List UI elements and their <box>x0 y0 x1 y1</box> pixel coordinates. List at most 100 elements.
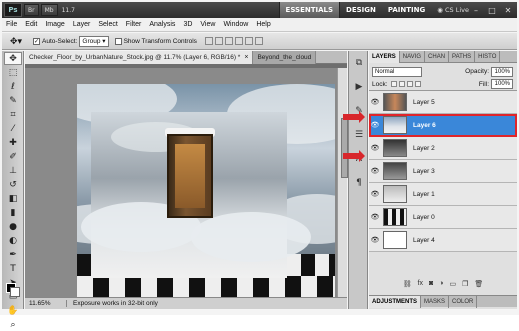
workspace-essentials[interactable]: ESSENTIALS <box>278 2 341 18</box>
eyedropper-tool-icon[interactable]: ⁄ <box>4 122 22 135</box>
layer-row-layer-1[interactable]: 👁 Layer 1 <box>369 183 517 206</box>
blend-mode-dropdown[interactable]: Normal <box>372 66 422 77</box>
auto-select-dropdown[interactable]: Group ▾ <box>79 35 109 47</box>
close-tab-icon[interactable]: × <box>244 54 248 61</box>
layer-row-layer-0[interactable]: 👁 Layer 0 <box>369 206 517 229</box>
panel-tabs: LAYERS NAVIG CHAN PATHS HISTO <box>369 51 517 63</box>
scrollbar-thumb[interactable] <box>341 118 348 178</box>
paragraph-panel-icon[interactable]: ¶ <box>351 175 367 191</box>
status-zoom[interactable]: 11.65% <box>25 300 67 307</box>
move-tool-preset-icon[interactable]: ✥▾ <box>5 35 27 48</box>
align-top-icon[interactable] <box>204 37 213 45</box>
blur-tool-icon[interactable]: ● <box>4 220 22 233</box>
tab-masks[interactable]: MASKS <box>421 296 450 308</box>
tab-paths[interactable]: PATHS <box>449 51 476 63</box>
mini-bridge-button[interactable]: Mb <box>40 4 58 16</box>
layer-row-layer-2[interactable]: 👁 Layer 2 <box>369 137 517 160</box>
history-panel-icon[interactable]: ⧉ <box>351 55 367 71</box>
new-layer-icon[interactable]: ❐ <box>462 280 468 290</box>
background-color-swatch[interactable] <box>10 287 20 297</box>
menu-help[interactable]: Help <box>252 21 274 28</box>
eye-icon[interactable]: 👁 <box>369 144 381 152</box>
cs-live-button[interactable]: ◉ CS Live <box>437 6 469 14</box>
eye-icon[interactable]: 👁 <box>369 167 381 175</box>
align-center-icon[interactable] <box>244 37 253 45</box>
auto-select-checkbox[interactable]: ✓ <box>33 37 40 45</box>
image-canvas[interactable] <box>77 84 335 298</box>
clone-stamp-tool-icon[interactable]: ⊥ <box>4 164 22 177</box>
tab-history[interactable]: HISTO <box>475 51 501 63</box>
healing-brush-tool-icon[interactable]: ✚ <box>4 136 22 149</box>
menu-window[interactable]: Window <box>219 21 252 28</box>
menu-layer[interactable]: Layer <box>69 21 95 28</box>
add-mask-icon[interactable]: ◙ <box>429 280 433 290</box>
brush-tool-icon[interactable]: ✐ <box>4 150 22 163</box>
tab-channels[interactable]: CHAN <box>425 51 450 63</box>
menu-filter[interactable]: Filter <box>122 21 146 28</box>
align-right-icon[interactable] <box>254 37 263 45</box>
layer-row-layer-3[interactable]: 👁 Layer 3 <box>369 160 517 183</box>
layer-row-layer-5[interactable]: 👁 Layer 5 <box>369 91 517 114</box>
tab-layers[interactable]: LAYERS <box>369 51 400 63</box>
zoom-tool-icon[interactable]: ⌕ <box>4 318 22 331</box>
lock-all-icon[interactable] <box>414 81 421 87</box>
align-middle-icon[interactable] <box>214 37 223 45</box>
show-transform-controls-checkbox[interactable] <box>114 37 122 45</box>
eye-icon[interactable]: 👁 <box>369 98 381 106</box>
link-layers-icon[interactable]: ⛓ <box>403 280 412 290</box>
minimize-icon[interactable]: – <box>469 4 483 16</box>
hand-tool-icon[interactable]: ✋ <box>4 304 22 317</box>
lock-transparency-icon[interactable] <box>390 81 397 87</box>
tab-adjustments[interactable]: ADJUSTMENTS <box>369 296 422 308</box>
menu-3d[interactable]: 3D <box>179 21 196 28</box>
menu-image[interactable]: Image <box>41 21 68 28</box>
adjustment-layer-icon[interactable]: ◑ <box>439 280 443 290</box>
lock-pixels-icon[interactable] <box>398 81 405 87</box>
pen-tool-icon[interactable]: ✒ <box>4 248 22 261</box>
actions-panel-icon[interactable]: ▶ <box>351 79 367 95</box>
history-brush-tool-icon[interactable]: ↺ <box>4 178 22 191</box>
tab-navigator[interactable]: NAVIG <box>400 51 426 63</box>
layer-row-layer-4[interactable]: 👁 Layer 4 <box>369 229 517 252</box>
options-bar: ✥▾ ✓ Auto-Select: Group ▾ Show Transform… <box>2 33 517 50</box>
new-group-icon[interactable]: ▭ <box>450 280 457 290</box>
menu-edit[interactable]: Edit <box>21 21 41 28</box>
menu-file[interactable]: File <box>2 21 21 28</box>
lasso-tool-icon[interactable]: ℓ <box>4 80 22 93</box>
layer-row-layer-6[interactable]: 👁 Layer 6 <box>369 114 517 137</box>
restore-icon[interactable]: □ <box>485 4 499 16</box>
move-tool-icon[interactable]: ✥ <box>4 52 22 65</box>
document-tab-checker-floor[interactable]: Checker_Floor_by_UrbanNature_Stock.jpg @… <box>25 51 254 64</box>
close-icon[interactable]: ✕ <box>501 4 515 16</box>
tab-color[interactable]: COLOR <box>449 296 478 308</box>
menu-analysis[interactable]: Analysis <box>145 21 179 28</box>
align-bottom-icon[interactable] <box>224 37 233 45</box>
dodge-tool-icon[interactable]: ◐ <box>4 234 22 247</box>
delete-layer-icon[interactable]: 🗑 <box>474 280 483 290</box>
quick-select-tool-icon[interactable]: ✎ <box>4 94 22 107</box>
menu-view[interactable]: View <box>196 21 219 28</box>
menu-select[interactable]: Select <box>94 21 121 28</box>
layer-style-icon[interactable]: fx <box>418 280 423 290</box>
bridge-button[interactable]: Br <box>24 4 39 16</box>
align-left-icon[interactable] <box>234 37 243 45</box>
workspace-painting[interactable]: PAINTING <box>382 2 431 18</box>
workspace-design[interactable]: DESIGN <box>340 2 382 18</box>
eye-icon[interactable]: 👁 <box>369 236 381 244</box>
document-tab-label: Checker_Floor_by_UrbanNature_Stock.jpg @… <box>29 54 241 61</box>
eye-icon[interactable]: 👁 <box>369 121 381 129</box>
marquee-tool-icon[interactable]: ⬚ <box>4 66 22 79</box>
vertical-scrollbar[interactable] <box>337 68 348 297</box>
crop-tool-icon[interactable]: ⌗ <box>4 108 22 121</box>
type-tool-icon[interactable]: T <box>4 262 22 275</box>
eye-icon[interactable]: 👁 <box>369 190 381 198</box>
eye-icon[interactable]: 👁 <box>369 213 381 221</box>
gradient-tool-icon[interactable]: ▮ <box>4 206 22 219</box>
zoom-level[interactable]: 11.7 <box>62 7 75 14</box>
document-tab-beyond-the-cloud[interactable]: Beyond_the_cloud <box>253 51 317 64</box>
opacity-field[interactable]: 100% <box>491 66 513 77</box>
lock-position-icon[interactable] <box>406 81 413 87</box>
fill-field[interactable]: 100% <box>491 79 513 89</box>
eraser-tool-icon[interactable]: ◧ <box>4 192 22 205</box>
clone-source-panel-icon[interactable]: ☰ <box>351 127 367 143</box>
